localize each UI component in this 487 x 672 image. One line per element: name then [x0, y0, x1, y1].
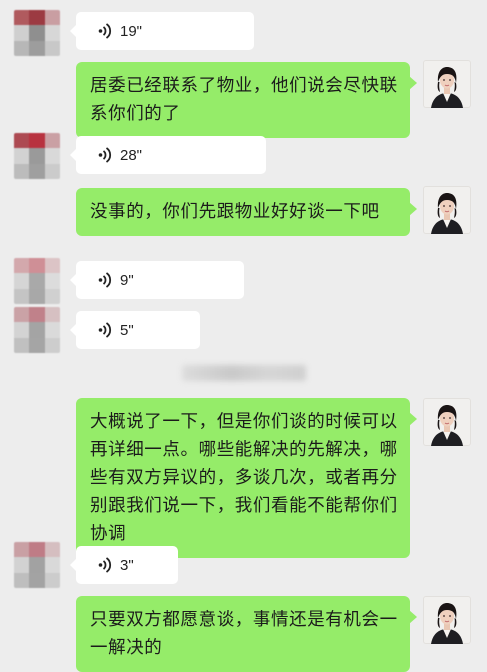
my-avatar[interactable]	[423, 398, 471, 446]
contact-avatar-blurred[interactable]	[14, 542, 60, 588]
contact-avatar-blurred[interactable]	[14, 10, 60, 56]
voice-wave-icon	[98, 272, 111, 288]
voice-wave-icon	[98, 557, 111, 573]
voice-duration: 19"	[120, 22, 143, 40]
my-avatar[interactable]	[423, 596, 471, 644]
outgoing-message[interactable]: 居委已经联系了物业，他们说会尽快联系你们的了	[76, 62, 417, 138]
outgoing-message[interactable]: 没事的，你们先跟物业好好谈一下吧	[76, 188, 417, 236]
voice-duration: 3"	[120, 556, 134, 574]
voice-message[interactable]: 3"	[70, 546, 178, 584]
voice-wave-icon	[98, 147, 111, 163]
contact-avatar-blurred[interactable]	[14, 133, 60, 179]
my-avatar[interactable]	[423, 60, 471, 108]
voice-duration: 9"	[120, 271, 134, 289]
outgoing-message[interactable]: 大概说了一下，但是你们谈的时候可以再详细一点。哪些能解决的先解决，哪些有双方异议…	[76, 398, 417, 558]
avatar-icon	[431, 405, 463, 446]
voice-wave-icon	[98, 322, 111, 338]
voice-message[interactable]: 19"	[70, 12, 254, 50]
voice-duration: 5"	[120, 321, 134, 339]
avatar-icon	[431, 67, 463, 108]
voice-duration: 28"	[120, 146, 143, 164]
contact-avatar-blurred[interactable]	[14, 307, 60, 353]
voice-message[interactable]: 28"	[70, 136, 266, 174]
voice-wave-icon	[98, 23, 111, 39]
avatar-icon	[431, 193, 463, 234]
avatar-icon	[431, 603, 463, 644]
timestamp-blurred	[182, 365, 306, 381]
voice-message[interactable]: 9"	[70, 261, 244, 299]
voice-message[interactable]: 5"	[70, 311, 200, 349]
contact-avatar-blurred[interactable]	[14, 258, 60, 304]
my-avatar[interactable]	[423, 186, 471, 234]
outgoing-message[interactable]: 只要双方都愿意谈，事情还是有机会一一解决的	[76, 596, 417, 672]
